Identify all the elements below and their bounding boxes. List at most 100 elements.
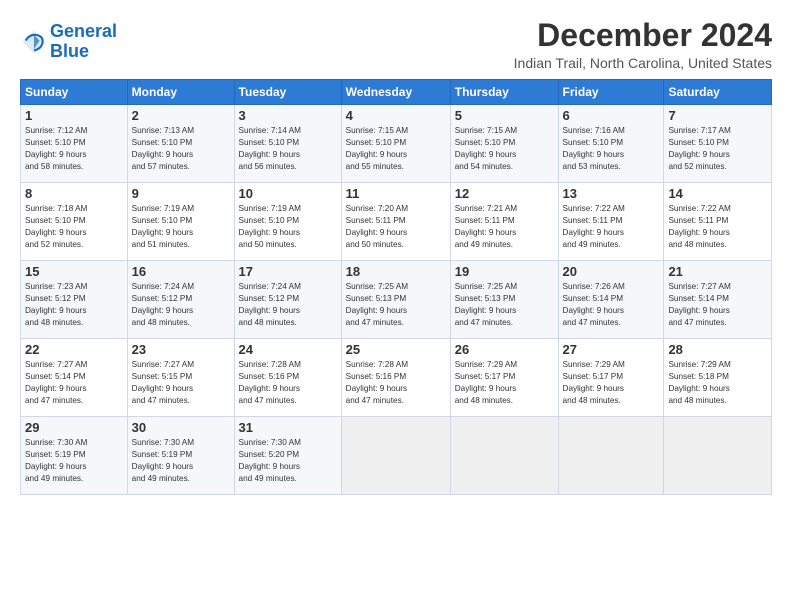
day-info: Sunrise: 7:24 AMSunset: 5:12 PMDaylight:… — [239, 281, 337, 329]
day-number: 10 — [239, 186, 337, 201]
day-cell: 20 Sunrise: 7:26 AMSunset: 5:14 PMDaylig… — [558, 261, 664, 339]
day-number: 4 — [346, 108, 446, 123]
col-tuesday: Tuesday — [234, 80, 341, 105]
day-info: Sunrise: 7:18 AMSunset: 5:10 PMDaylight:… — [25, 203, 123, 251]
day-number: 29 — [25, 420, 123, 435]
day-info: Sunrise: 7:25 AMSunset: 5:13 PMDaylight:… — [346, 281, 446, 329]
day-info: Sunrise: 7:27 AMSunset: 5:14 PMDaylight:… — [668, 281, 767, 329]
calendar-table: Sunday Monday Tuesday Wednesday Thursday… — [20, 79, 772, 495]
day-number: 27 — [563, 342, 660, 357]
day-number: 7 — [668, 108, 767, 123]
day-info: Sunrise: 7:27 AMSunset: 5:15 PMDaylight:… — [132, 359, 230, 407]
day-cell — [450, 417, 558, 495]
day-number: 22 — [25, 342, 123, 357]
day-cell: 26 Sunrise: 7:29 AMSunset: 5:17 PMDaylig… — [450, 339, 558, 417]
day-cell: 24 Sunrise: 7:28 AMSunset: 5:16 PMDaylig… — [234, 339, 341, 417]
day-number: 31 — [239, 420, 337, 435]
day-number: 20 — [563, 264, 660, 279]
week-row-1: 1 Sunrise: 7:12 AMSunset: 5:10 PMDayligh… — [21, 105, 772, 183]
day-info: Sunrise: 7:20 AMSunset: 5:11 PMDaylight:… — [346, 203, 446, 251]
day-cell — [341, 417, 450, 495]
day-cell: 3 Sunrise: 7:14 AMSunset: 5:10 PMDayligh… — [234, 105, 341, 183]
day-number: 15 — [25, 264, 123, 279]
col-saturday: Saturday — [664, 80, 772, 105]
day-number: 26 — [455, 342, 554, 357]
logo-text: General Blue — [50, 22, 117, 62]
day-number: 30 — [132, 420, 230, 435]
day-cell: 13 Sunrise: 7:22 AMSunset: 5:11 PMDaylig… — [558, 183, 664, 261]
day-number: 28 — [668, 342, 767, 357]
day-info: Sunrise: 7:19 AMSunset: 5:10 PMDaylight:… — [239, 203, 337, 251]
day-info: Sunrise: 7:29 AMSunset: 5:17 PMDaylight:… — [455, 359, 554, 407]
page: General Blue December 2024 Indian Trail,… — [0, 0, 792, 505]
day-info: Sunrise: 7:15 AMSunset: 5:10 PMDaylight:… — [455, 125, 554, 173]
day-number: 18 — [346, 264, 446, 279]
day-cell: 31 Sunrise: 7:30 AMSunset: 5:20 PMDaylig… — [234, 417, 341, 495]
month-title: December 2024 — [514, 18, 772, 53]
day-info: Sunrise: 7:30 AMSunset: 5:20 PMDaylight:… — [239, 437, 337, 485]
day-info: Sunrise: 7:22 AMSunset: 5:11 PMDaylight:… — [563, 203, 660, 251]
day-number: 17 — [239, 264, 337, 279]
day-cell: 8 Sunrise: 7:18 AMSunset: 5:10 PMDayligh… — [21, 183, 128, 261]
week-row-5: 29 Sunrise: 7:30 AMSunset: 5:19 PMDaylig… — [21, 417, 772, 495]
day-info: Sunrise: 7:13 AMSunset: 5:10 PMDaylight:… — [132, 125, 230, 173]
day-cell: 2 Sunrise: 7:13 AMSunset: 5:10 PMDayligh… — [127, 105, 234, 183]
day-number: 25 — [346, 342, 446, 357]
day-info: Sunrise: 7:29 AMSunset: 5:18 PMDaylight:… — [668, 359, 767, 407]
location: Indian Trail, North Carolina, United Sta… — [514, 55, 772, 71]
day-info: Sunrise: 7:29 AMSunset: 5:17 PMDaylight:… — [563, 359, 660, 407]
col-sunday: Sunday — [21, 80, 128, 105]
day-info: Sunrise: 7:17 AMSunset: 5:10 PMDaylight:… — [668, 125, 767, 173]
day-cell: 17 Sunrise: 7:24 AMSunset: 5:12 PMDaylig… — [234, 261, 341, 339]
day-info: Sunrise: 7:16 AMSunset: 5:10 PMDaylight:… — [563, 125, 660, 173]
day-number: 1 — [25, 108, 123, 123]
col-monday: Monday — [127, 80, 234, 105]
day-cell — [664, 417, 772, 495]
day-number: 8 — [25, 186, 123, 201]
logo-line2: Blue — [50, 42, 117, 62]
day-cell: 18 Sunrise: 7:25 AMSunset: 5:13 PMDaylig… — [341, 261, 450, 339]
day-number: 5 — [455, 108, 554, 123]
day-cell — [558, 417, 664, 495]
day-number: 21 — [668, 264, 767, 279]
day-info: Sunrise: 7:22 AMSunset: 5:11 PMDaylight:… — [668, 203, 767, 251]
day-cell: 22 Sunrise: 7:27 AMSunset: 5:14 PMDaylig… — [21, 339, 128, 417]
header-row: Sunday Monday Tuesday Wednesday Thursday… — [21, 80, 772, 105]
day-cell: 6 Sunrise: 7:16 AMSunset: 5:10 PMDayligh… — [558, 105, 664, 183]
day-number: 24 — [239, 342, 337, 357]
day-cell: 11 Sunrise: 7:20 AMSunset: 5:11 PMDaylig… — [341, 183, 450, 261]
day-cell: 27 Sunrise: 7:29 AMSunset: 5:17 PMDaylig… — [558, 339, 664, 417]
day-number: 23 — [132, 342, 230, 357]
day-cell: 25 Sunrise: 7:28 AMSunset: 5:16 PMDaylig… — [341, 339, 450, 417]
day-info: Sunrise: 7:30 AMSunset: 5:19 PMDaylight:… — [25, 437, 123, 485]
day-info: Sunrise: 7:23 AMSunset: 5:12 PMDaylight:… — [25, 281, 123, 329]
day-cell: 21 Sunrise: 7:27 AMSunset: 5:14 PMDaylig… — [664, 261, 772, 339]
col-thursday: Thursday — [450, 80, 558, 105]
day-info: Sunrise: 7:30 AMSunset: 5:19 PMDaylight:… — [132, 437, 230, 485]
day-cell: 29 Sunrise: 7:30 AMSunset: 5:19 PMDaylig… — [21, 417, 128, 495]
logo-line1: General — [50, 21, 117, 41]
day-cell: 10 Sunrise: 7:19 AMSunset: 5:10 PMDaylig… — [234, 183, 341, 261]
day-info: Sunrise: 7:12 AMSunset: 5:10 PMDaylight:… — [25, 125, 123, 173]
day-cell: 7 Sunrise: 7:17 AMSunset: 5:10 PMDayligh… — [664, 105, 772, 183]
day-info: Sunrise: 7:24 AMSunset: 5:12 PMDaylight:… — [132, 281, 230, 329]
day-number: 12 — [455, 186, 554, 201]
week-row-2: 8 Sunrise: 7:18 AMSunset: 5:10 PMDayligh… — [21, 183, 772, 261]
day-info: Sunrise: 7:14 AMSunset: 5:10 PMDaylight:… — [239, 125, 337, 173]
day-cell: 9 Sunrise: 7:19 AMSunset: 5:10 PMDayligh… — [127, 183, 234, 261]
day-number: 16 — [132, 264, 230, 279]
day-number: 13 — [563, 186, 660, 201]
day-info: Sunrise: 7:19 AMSunset: 5:10 PMDaylight:… — [132, 203, 230, 251]
col-wednesday: Wednesday — [341, 80, 450, 105]
day-number: 3 — [239, 108, 337, 123]
day-info: Sunrise: 7:15 AMSunset: 5:10 PMDaylight:… — [346, 125, 446, 173]
day-info: Sunrise: 7:27 AMSunset: 5:14 PMDaylight:… — [25, 359, 123, 407]
day-cell: 15 Sunrise: 7:23 AMSunset: 5:12 PMDaylig… — [21, 261, 128, 339]
day-info: Sunrise: 7:25 AMSunset: 5:13 PMDaylight:… — [455, 281, 554, 329]
day-info: Sunrise: 7:28 AMSunset: 5:16 PMDaylight:… — [346, 359, 446, 407]
day-cell: 16 Sunrise: 7:24 AMSunset: 5:12 PMDaylig… — [127, 261, 234, 339]
day-cell: 12 Sunrise: 7:21 AMSunset: 5:11 PMDaylig… — [450, 183, 558, 261]
day-info: Sunrise: 7:28 AMSunset: 5:16 PMDaylight:… — [239, 359, 337, 407]
logo: General Blue — [20, 22, 117, 62]
day-number: 2 — [132, 108, 230, 123]
